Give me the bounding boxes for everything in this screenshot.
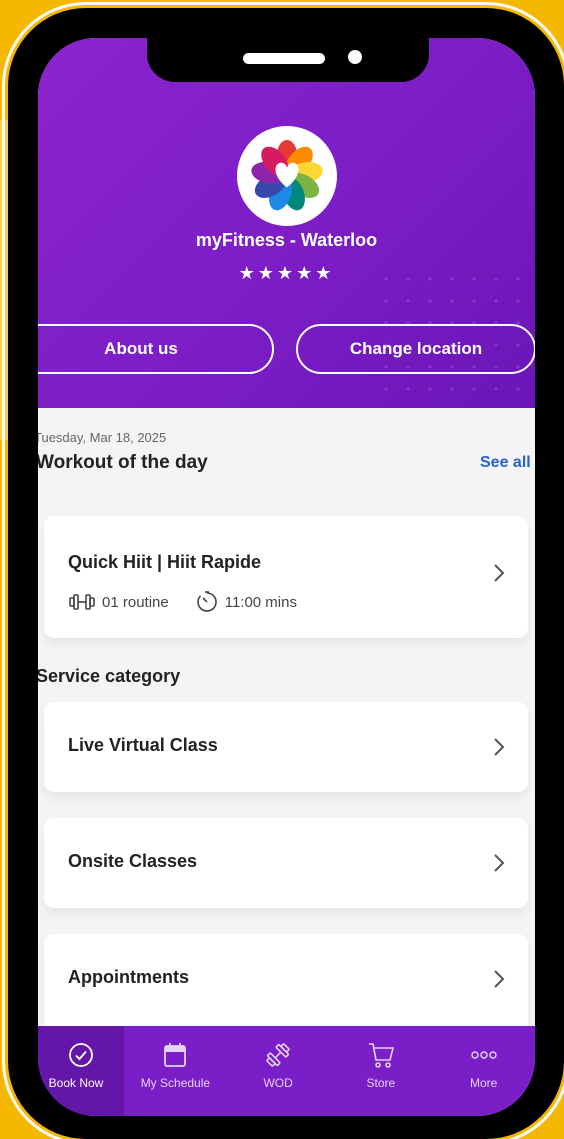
tab-label: Store xyxy=(366,1076,396,1090)
tab-store[interactable]: Store xyxy=(330,1026,433,1116)
more-dots-icon xyxy=(470,1051,497,1059)
tab-label: WOD xyxy=(263,1076,293,1090)
calendar-icon xyxy=(164,1043,187,1067)
header-hero: myFitness - Waterloo ★★★★★ About us Chan… xyxy=(38,38,535,408)
timer-icon xyxy=(196,591,217,612)
duration-text: 11:00 mins xyxy=(224,593,297,611)
bottom-tab-bar: Book Now My Schedule WOD Store More xyxy=(38,1026,535,1116)
wod-section-title: Workout of the day xyxy=(38,452,208,473)
wod-date: Tuesday, Mar 18, 2025 xyxy=(38,430,167,445)
routine-count: 01 routine xyxy=(68,593,169,611)
app-screen: myFitness - Waterloo ★★★★★ About us Chan… xyxy=(38,38,535,1116)
tab-my-schedule[interactable]: My Schedule xyxy=(124,1026,227,1116)
chevron-right-icon xyxy=(492,736,506,758)
tab-wod[interactable]: WOD xyxy=(227,1026,330,1116)
routine-count-text: 01 routine xyxy=(102,593,169,611)
tab-label: More xyxy=(469,1076,498,1090)
dumbbell-icon xyxy=(266,1043,290,1067)
tab-more[interactable]: More xyxy=(432,1026,535,1116)
service-item-label: Appointments xyxy=(68,967,189,987)
cart-icon xyxy=(368,1043,394,1068)
flower-heart-logo-icon xyxy=(251,139,323,211)
tab-label: My Schedule xyxy=(140,1076,211,1090)
gym-logo xyxy=(237,126,337,226)
change-location-button[interactable]: Change location xyxy=(296,324,535,374)
service-item-onsite-classes[interactable]: Onsite Classes xyxy=(44,818,528,908)
dumbbell-icon xyxy=(69,594,95,610)
service-item-label: Onsite Classes xyxy=(68,851,198,871)
chevron-right-icon xyxy=(492,968,506,990)
rating-stars: ★★★★★ xyxy=(238,263,335,283)
about-us-button[interactable]: About us xyxy=(38,324,274,374)
wod-card-title: Quick Hiit | Hiit Rapide xyxy=(68,552,262,572)
tab-label: Book Now xyxy=(48,1076,104,1090)
service-category-title: Service category xyxy=(38,666,181,686)
wod-card-meta: 01 routine 11:00 mins xyxy=(68,590,323,614)
check-circle-icon xyxy=(69,1043,93,1067)
service-item-label: Live Virtual Class xyxy=(68,735,218,755)
see-all-link[interactable]: See all xyxy=(480,454,531,472)
service-item-live-virtual-class[interactable]: Live Virtual Class xyxy=(44,702,528,792)
wod-card[interactable]: Quick Hiit | Hiit Rapide 01 routine 11:0… xyxy=(44,516,528,638)
chevron-right-icon xyxy=(492,562,506,584)
gym-name: myFitness - Waterloo xyxy=(195,230,378,250)
phone-notch xyxy=(147,38,429,82)
chevron-right-icon xyxy=(492,852,506,874)
duration: 11:00 mins xyxy=(195,590,297,614)
front-camera xyxy=(348,50,362,64)
speaker-grille xyxy=(243,53,325,64)
tab-book-now[interactable]: Book Now xyxy=(38,1026,124,1116)
